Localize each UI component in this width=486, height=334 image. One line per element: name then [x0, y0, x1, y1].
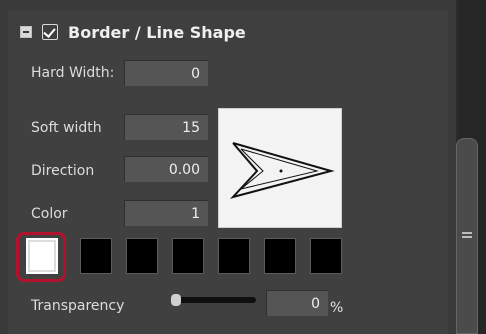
color-field[interactable]: 1 [124, 200, 208, 226]
scroll-thumb[interactable] [456, 138, 478, 334]
direction-label: Direction [31, 163, 95, 179]
color-label: Color [31, 206, 68, 222]
hard-width-field[interactable]: 0 [124, 60, 208, 86]
section-title: Border / Line Shape [68, 22, 246, 42]
section-header[interactable]: Border / Line Shape [8, 10, 448, 54]
swatch-5[interactable] [218, 238, 250, 274]
arrow-shape-icon [229, 142, 335, 199]
checkbox-icon[interactable] [42, 24, 58, 40]
swatch-1[interactable] [26, 238, 58, 274]
collapse-icon[interactable] [20, 26, 32, 38]
scroll-grip-icon [462, 232, 472, 234]
soft-width-field[interactable]: 15 [124, 114, 208, 140]
swatch-3[interactable] [126, 238, 158, 274]
hard-width-label: Hard Width: [31, 65, 115, 81]
transparency-field[interactable]: 0 [266, 290, 328, 316]
percent-label: % [330, 300, 344, 316]
swatch-7[interactable] [310, 238, 342, 274]
soft-width-label: Soft width [31, 120, 102, 136]
swatch-4[interactable] [172, 238, 204, 274]
transparency-label: Transparency [31, 298, 125, 314]
direction-field[interactable]: 0.00 [124, 156, 208, 182]
swatch-6[interactable] [264, 238, 296, 274]
transparency-slider[interactable] [176, 297, 256, 303]
swatch-2[interactable] [80, 238, 112, 274]
transparency-slider-thumb[interactable] [171, 294, 181, 306]
line-shape-preview [218, 108, 342, 228]
